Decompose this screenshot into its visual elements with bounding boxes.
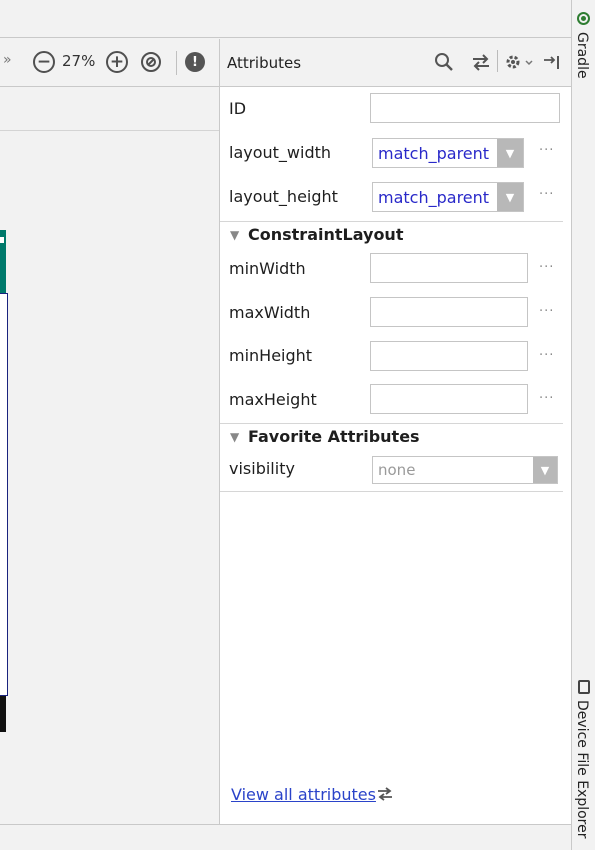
- header-separator: [497, 50, 498, 72]
- layout-height-label: layout_height: [229, 187, 338, 206]
- max-height-input[interactable]: [370, 384, 528, 414]
- warnings-button[interactable]: !: [183, 50, 207, 74]
- zoom-out-icon: −: [33, 51, 55, 73]
- layout-height-combo[interactable]: match_parent ▼: [372, 182, 524, 212]
- layout-width-label: layout_width: [229, 143, 332, 162]
- id-input[interactable]: [370, 93, 560, 123]
- max-width-input[interactable]: [370, 297, 528, 327]
- max-width-label: maxWidth: [229, 303, 311, 322]
- gradle-tab[interactable]: Gradle: [574, 32, 590, 79]
- toolbar-separator: [176, 51, 177, 75]
- gear-icon[interactable]: [504, 52, 534, 76]
- layout-height-value: match_parent: [378, 188, 490, 207]
- collapse-triangle-icon: ▼: [230, 430, 240, 444]
- visibility-combo[interactable]: none ▼: [372, 456, 558, 484]
- bottom-status-strip: [0, 824, 571, 850]
- chevron-down-icon: ▼: [497, 139, 523, 167]
- zoom-in-button[interactable]: +: [105, 50, 129, 74]
- attributes-panel: Attributes ID layout_width match_parent …: [219, 39, 572, 824]
- min-width-label: minWidth: [229, 259, 306, 278]
- visibility-value: none: [378, 461, 416, 479]
- min-height-more-button[interactable]: ···: [539, 348, 554, 363]
- right-tool-strip: Gradle Device File Explorer: [571, 0, 595, 850]
- warning-icon: !: [185, 52, 205, 72]
- swap-arrows-icon[interactable]: [470, 52, 492, 76]
- device-screen-preview[interactable]: [0, 293, 8, 696]
- design-toolbar: » − 27% + !: [0, 39, 219, 87]
- zoom-level-label: 27%: [62, 52, 96, 70]
- collapse-triangle-icon: ▼: [230, 228, 240, 242]
- panel-title: Attributes: [227, 54, 302, 72]
- view-all-attributes-link[interactable]: View all attributes: [231, 785, 376, 804]
- search-icon[interactable]: [434, 52, 454, 76]
- min-height-label: minHeight: [229, 346, 313, 365]
- attributes-panel-header: Attributes: [220, 39, 572, 87]
- zoom-to-fit-button[interactable]: [139, 50, 163, 74]
- favorite-attributes-section-header[interactable]: ▼ Favorite Attributes: [220, 423, 563, 451]
- layout-width-more-button[interactable]: ···: [539, 143, 554, 158]
- device-app-bar-marker: [0, 237, 4, 243]
- zoom-to-fit-icon: [141, 52, 161, 72]
- min-width-input[interactable]: [370, 253, 528, 283]
- max-height-more-button[interactable]: ···: [539, 391, 554, 406]
- max-width-more-button[interactable]: ···: [539, 304, 554, 319]
- pin-right-icon[interactable]: [542, 52, 564, 76]
- top-toolbar-strip: [0, 0, 571, 38]
- device-file-explorer-icon[interactable]: [578, 680, 590, 694]
- swap-arrows-icon[interactable]: [375, 785, 395, 807]
- chevron-down-icon: ▼: [497, 183, 523, 211]
- zoom-out-button[interactable]: −: [32, 50, 56, 74]
- gradle-icon[interactable]: [577, 12, 590, 25]
- section-title: Favorite Attributes: [248, 427, 420, 446]
- overflow-chevron-icon[interactable]: »: [3, 52, 12, 68]
- min-width-more-button[interactable]: ···: [539, 260, 554, 275]
- id-label: ID: [229, 99, 247, 118]
- layout-width-combo[interactable]: match_parent ▼: [372, 138, 524, 168]
- constraint-layout-section-header[interactable]: ▼ ConstraintLayout: [220, 221, 563, 249]
- layout-height-more-button[interactable]: ···: [539, 187, 554, 202]
- device-nav-bar: [0, 696, 6, 732]
- min-height-input[interactable]: [370, 341, 528, 371]
- canvas-divider: [0, 130, 219, 131]
- max-height-label: maxHeight: [229, 390, 317, 409]
- zoom-in-icon: +: [106, 51, 128, 73]
- section-divider: [220, 491, 563, 492]
- visibility-label: visibility: [229, 459, 295, 478]
- device-file-explorer-tab[interactable]: Device File Explorer: [574, 700, 590, 839]
- layout-width-value: match_parent: [378, 144, 490, 163]
- design-canvas[interactable]: [0, 88, 219, 824]
- chevron-down-icon: ▼: [533, 457, 557, 483]
- section-title: ConstraintLayout: [248, 225, 404, 244]
